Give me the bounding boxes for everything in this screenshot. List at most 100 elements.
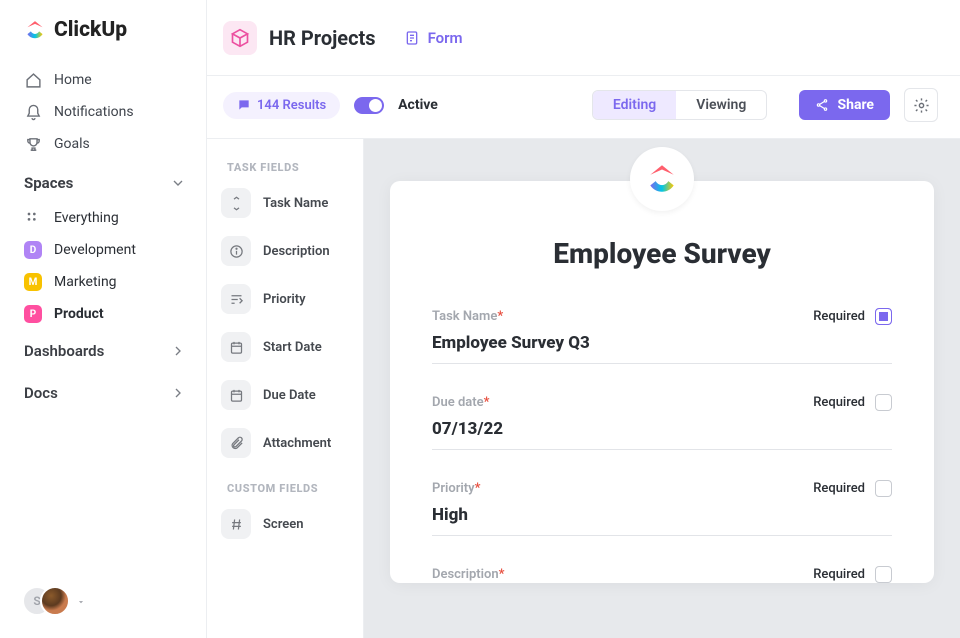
form-tab-label: Form xyxy=(428,29,463,47)
form-field-description[interactable]: Description* Required xyxy=(432,566,892,583)
field-label: Due date* xyxy=(432,395,489,410)
docs-label: Docs xyxy=(24,384,58,402)
space-label: Product xyxy=(54,306,104,322)
calendar-icon xyxy=(221,380,251,410)
avatar-photo xyxy=(40,586,70,616)
field-label: Task Name xyxy=(263,196,328,211)
form-canvas: Employee Survey Task Name* Required Empl… xyxy=(364,139,960,638)
trophy-icon xyxy=(24,135,42,153)
paperclip-icon xyxy=(221,428,251,458)
results-pill[interactable]: 144 Results xyxy=(223,92,340,119)
field-label: Priority xyxy=(263,292,306,307)
fields-panel: TASK FIELDS Task Name Description Priori… xyxy=(207,139,364,638)
comment-icon xyxy=(237,98,251,112)
space-marketing[interactable]: M Marketing xyxy=(0,266,206,298)
space-label: Development xyxy=(54,242,136,258)
form-body: TASK FIELDS Task Name Description Priori… xyxy=(207,139,960,638)
avatar-stack: S xyxy=(22,586,70,618)
clickup-logo-icon xyxy=(645,162,679,196)
space-label: Everything xyxy=(54,210,119,226)
space-badge-m: M xyxy=(24,273,42,291)
field-label: Start Date xyxy=(263,340,322,355)
spaces-header[interactable]: Spaces xyxy=(0,160,206,202)
results-text: 144 Results xyxy=(257,98,326,113)
nav-notifications[interactable]: Notifications xyxy=(0,96,206,128)
main: HR Projects Form 144 Results Active Edit… xyxy=(207,0,960,638)
gear-icon xyxy=(913,97,930,114)
active-toggle[interactable] xyxy=(354,97,384,114)
field-start-date[interactable]: Start Date xyxy=(221,332,349,362)
field-value[interactable]: High xyxy=(432,503,892,536)
field-label: Attachment xyxy=(263,436,331,451)
form-field-priority[interactable]: Priority* Required High xyxy=(432,480,892,536)
form-tab[interactable]: Form xyxy=(404,29,463,47)
share-button[interactable]: Share xyxy=(799,90,890,120)
field-label: Screen xyxy=(263,517,304,532)
field-due-date[interactable]: Due Date xyxy=(221,380,349,410)
space-everything[interactable]: Everything xyxy=(0,202,206,234)
nav-goals-label: Goals xyxy=(54,136,90,152)
field-label: Task Name* xyxy=(432,309,503,324)
form-field-task-name[interactable]: Task Name* Required Employee Survey Q3 xyxy=(432,308,892,364)
required-label: Required xyxy=(813,481,865,496)
share-label: Share xyxy=(837,97,874,113)
space-badge-d: D xyxy=(24,241,42,259)
project-title[interactable]: HR Projects xyxy=(223,21,376,55)
field-description[interactable]: Description xyxy=(221,236,349,266)
required-checkbox[interactable] xyxy=(875,394,892,411)
space-product[interactable]: P Product xyxy=(0,298,206,330)
required-checkbox[interactable] xyxy=(875,308,892,325)
caret-down-icon xyxy=(76,597,86,607)
nav-notifications-label: Notifications xyxy=(54,104,134,120)
bell-icon xyxy=(24,103,42,121)
brand-logo[interactable]: ClickUp xyxy=(0,18,206,64)
field-label: Description xyxy=(263,244,330,259)
active-label: Active xyxy=(398,97,438,113)
required-label: Required xyxy=(813,395,865,410)
form-icon xyxy=(404,30,420,46)
field-value[interactable]: Employee Survey Q3 xyxy=(432,331,892,364)
nav-home[interactable]: Home xyxy=(0,64,206,96)
required-label: Required xyxy=(813,309,865,324)
field-label: Priority* xyxy=(432,481,480,496)
hash-icon xyxy=(221,509,251,539)
task-fields-header: TASK FIELDS xyxy=(221,161,349,174)
chevron-right-icon xyxy=(170,385,186,401)
field-priority[interactable]: Priority xyxy=(221,284,349,314)
settings-button[interactable] xyxy=(904,88,938,122)
topbar: HR Projects Form xyxy=(207,0,960,76)
info-icon xyxy=(221,236,251,266)
mode-viewing[interactable]: Viewing xyxy=(676,91,766,119)
grid-dots-icon xyxy=(24,209,42,227)
form-title[interactable]: Employee Survey xyxy=(432,237,892,270)
spaces-header-label: Spaces xyxy=(24,174,73,192)
field-task-name[interactable]: Task Name xyxy=(221,188,349,218)
mode-editing[interactable]: Editing xyxy=(593,91,676,119)
field-value[interactable]: 07/13/22 xyxy=(432,417,892,450)
priority-icon xyxy=(221,284,251,314)
toolbar: 144 Results Active Editing Viewing Share xyxy=(207,76,960,139)
space-development[interactable]: D Development xyxy=(0,234,206,266)
field-attachment[interactable]: Attachment xyxy=(221,428,349,458)
field-screen[interactable]: Screen xyxy=(221,509,349,539)
sidebar: ClickUp Home Notifications Goals Spaces xyxy=(0,0,207,638)
sort-icon xyxy=(221,188,251,218)
clickup-logo-icon xyxy=(24,19,46,41)
calendar-icon xyxy=(221,332,251,362)
cube-icon xyxy=(223,21,257,55)
home-icon xyxy=(24,71,42,89)
avatar-picker[interactable]: S xyxy=(0,586,206,638)
required-checkbox[interactable] xyxy=(875,566,892,583)
form-field-due-date[interactable]: Due date* Required 07/13/22 xyxy=(432,394,892,450)
form-card: Employee Survey Task Name* Required Empl… xyxy=(390,181,934,583)
required-checkbox[interactable] xyxy=(875,480,892,497)
dashboards-section[interactable]: Dashboards xyxy=(0,330,206,372)
mode-switch: Editing Viewing xyxy=(592,90,767,120)
chevron-right-icon xyxy=(170,343,186,359)
field-label: Due Date xyxy=(263,388,316,403)
project-name: HR Projects xyxy=(269,26,376,50)
space-badge-p: P xyxy=(24,305,42,323)
nav-goals[interactable]: Goals xyxy=(0,128,206,160)
form-logo-badge[interactable] xyxy=(630,147,694,211)
docs-section[interactable]: Docs xyxy=(0,372,206,414)
